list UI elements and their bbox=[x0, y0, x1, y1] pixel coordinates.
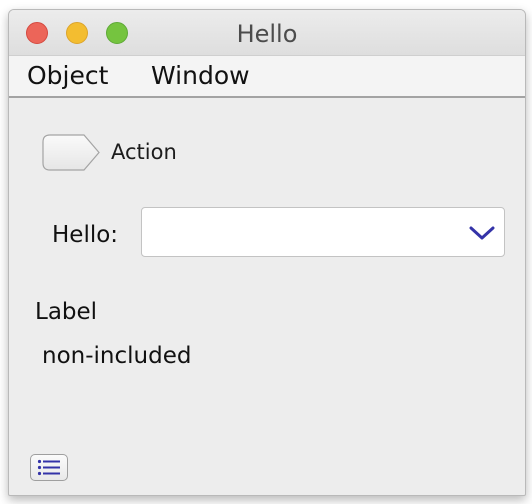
hello-label: Hello: bbox=[52, 222, 119, 248]
list-button[interactable] bbox=[30, 454, 68, 481]
window-title: Hello bbox=[236, 20, 298, 48]
action-label[interactable]: Action bbox=[111, 138, 177, 166]
label-text: Label bbox=[35, 299, 98, 325]
menu-bar: Object Window bbox=[9, 56, 525, 98]
app-window: Hello Object Window Action Hello: Label … bbox=[8, 9, 526, 496]
menu-window[interactable]: Window bbox=[147, 60, 254, 92]
menu-object[interactable]: Object bbox=[23, 60, 112, 92]
hello-combobox[interactable] bbox=[141, 207, 505, 257]
chevron-down-icon[interactable] bbox=[469, 226, 495, 240]
non-included-text: non-included bbox=[42, 343, 192, 369]
action-button[interactable] bbox=[42, 134, 101, 171]
list-icon bbox=[37, 459, 60, 476]
title-bar[interactable]: Hello bbox=[9, 10, 525, 56]
